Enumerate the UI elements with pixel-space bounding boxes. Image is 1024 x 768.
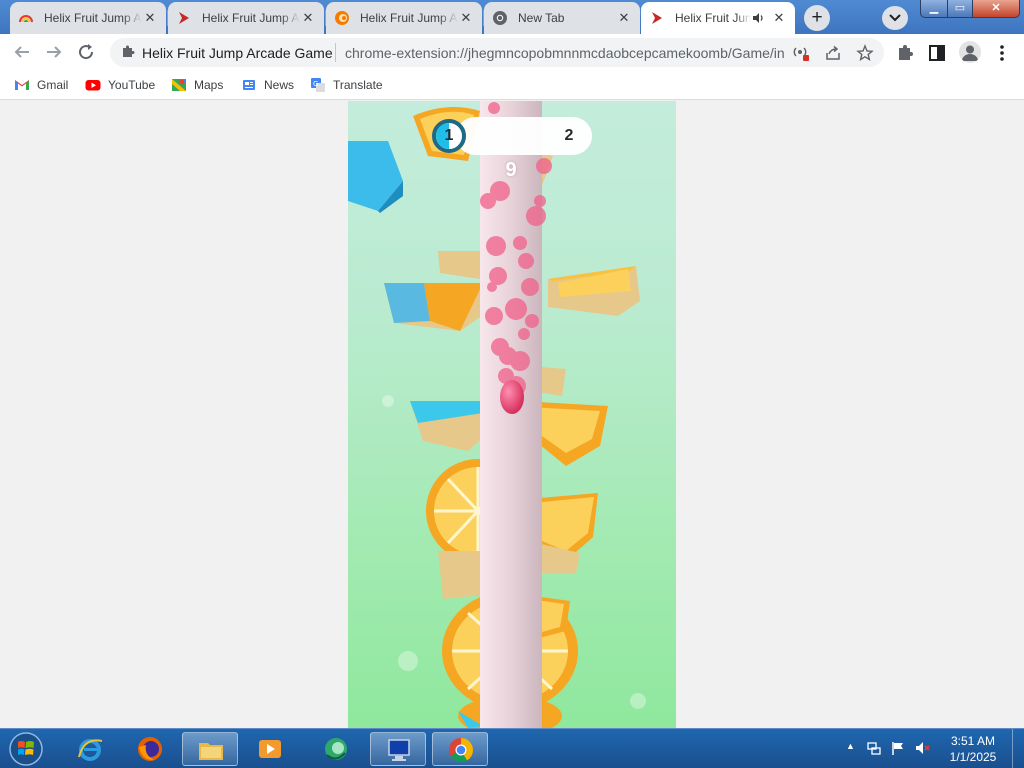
current-level-number: 1 <box>444 127 454 144</box>
maps-icon <box>171 77 187 93</box>
show-hidden-icons-button[interactable]: ▲ <box>846 741 855 751</box>
clock-time: 3:51 AM <box>950 734 996 748</box>
translate-icon: G <box>310 77 326 93</box>
media-player-icon <box>256 735 284 763</box>
page-viewport: 1 2 9 <box>0 101 1024 728</box>
gmail-icon <box>14 77 30 93</box>
site-name: Helix Fruit Jump Arcade Game <box>142 45 333 61</box>
network-icon[interactable] <box>866 740 882 756</box>
bookmark-translate[interactable]: G Translate <box>310 76 383 94</box>
bookmark-gmail[interactable]: Gmail <box>14 76 68 94</box>
side-panel-icon[interactable] <box>927 43 947 63</box>
tab-helix-1[interactable]: Helix Fruit Jump Arcade Game ✕ <box>10 2 166 34</box>
bookmark-news[interactable]: News <box>241 76 294 94</box>
bookmarks-bar: Gmail YouTube Maps News G Translate <box>0 70 1024 100</box>
bookmark-youtube[interactable]: YouTube <box>85 76 155 94</box>
bookmark-label: Translate <box>333 78 383 92</box>
news-icon <box>241 77 257 93</box>
profile-avatar-icon[interactable] <box>959 41 981 63</box>
firefox-icon <box>136 735 164 763</box>
tab-title: Helix Fruit Jump Arcade Game <box>202 11 300 25</box>
maximize-window-button[interactable]: ▭ <box>947 0 973 18</box>
url-text[interactable]: chrome-extension://jhegmncopobmnnmcdaobc… <box>345 45 785 61</box>
ice-block-obstacle <box>348 141 403 213</box>
windows-taskbar: ▲ 3:51 AM 1/1/2025 <box>0 728 1024 768</box>
close-tab-icon[interactable]: ✕ <box>300 10 316 26</box>
tab-title: Helix Fruit Jump Arcade Game <box>675 11 751 25</box>
tab-helix-2[interactable]: Helix Fruit Jump Arcade Game ✕ <box>168 2 324 34</box>
taskbar-media-center[interactable] <box>308 732 364 766</box>
orange-swirl-favicon <box>334 10 350 26</box>
close-tab-icon[interactable]: ✕ <box>458 10 474 26</box>
bookmark-maps[interactable]: Maps <box>171 76 223 94</box>
tab-title: Helix Fruit Jump Arcade Game <box>360 11 458 25</box>
taskbar-file-explorer[interactable] <box>182 732 238 766</box>
bookmark-label: News <box>264 78 295 92</box>
bookmark-label: Maps <box>194 78 224 92</box>
clock-date: 1/1/2025 <box>949 750 997 764</box>
arrow-favicon <box>176 10 192 26</box>
tab-title: New Tab <box>518 11 565 25</box>
forward-button[interactable] <box>42 40 66 64</box>
tab-helix-active[interactable]: Helix Fruit Jump Arcade Game ✕ <box>641 2 795 34</box>
menu-kebab-icon[interactable] <box>992 43 1012 63</box>
start-button[interactable] <box>6 731 46 767</box>
close-tab-icon[interactable]: ✕ <box>771 10 787 26</box>
current-level-badge: 1 <box>432 119 466 153</box>
taskbar-internet-explorer[interactable] <box>62 732 118 766</box>
cast-blocked-icon[interactable] <box>792 44 810 62</box>
tab-title: Helix Fruit Jump Arcade Game <box>44 11 142 25</box>
extension-puzzle-icon[interactable] <box>120 44 136 60</box>
taskbar-remote-desktop[interactable] <box>370 732 426 766</box>
chrome-icon <box>447 736 475 764</box>
action-center-flag-icon[interactable] <box>890 740 906 756</box>
show-desktop-button[interactable] <box>1012 729 1024 768</box>
browser-toolbar: Helix Fruit Jump Arcade Game chrome-exte… <box>0 34 1024 70</box>
file-explorer-icon <box>197 736 225 764</box>
close-tab-icon[interactable]: ✕ <box>616 10 632 26</box>
rainbow-favicon <box>18 10 34 26</box>
bookmark-label: YouTube <box>108 78 156 92</box>
minimize-window-button[interactable]: ▁ <box>920 0 948 18</box>
volume-muted-icon[interactable] <box>914 740 930 756</box>
youtube-icon <box>85 77 101 93</box>
game-scene <box>348 101 646 728</box>
reload-button[interactable] <box>74 40 98 64</box>
media-center-icon <box>322 735 350 763</box>
bookmark-label: Gmail <box>37 78 69 92</box>
next-level-badge: 2 <box>564 127 574 144</box>
player-ball <box>500 380 524 414</box>
tab-new-tab[interactable]: New Tab ✕ <box>484 2 640 34</box>
speaker-icon[interactable] <box>751 11 765 25</box>
remote-desktop-icon <box>385 736 413 764</box>
taskbar-firefox[interactable] <box>122 732 178 766</box>
close-window-button[interactable]: ✕ <box>972 0 1020 18</box>
system-clock[interactable]: 3:51 AM 1/1/2025 <box>940 733 1006 765</box>
new-tab-button[interactable]: + <box>804 5 830 31</box>
address-bar[interactable]: Helix Fruit Jump Arcade Game chrome-exte… <box>110 38 884 67</box>
svg-text:G: G <box>313 80 318 88</box>
taskbar-media-player[interactable] <box>242 732 298 766</box>
back-button[interactable] <box>10 40 34 64</box>
game-canvas[interactable]: 1 2 9 <box>348 101 676 728</box>
chrome-favicon <box>492 10 508 26</box>
share-icon[interactable] <box>824 44 842 62</box>
address-divider <box>335 43 336 62</box>
extensions-icon[interactable] <box>895 43 915 63</box>
close-tab-icon[interactable]: ✕ <box>142 10 158 26</box>
game-score: 9 <box>505 159 517 181</box>
internet-explorer-icon <box>76 735 104 763</box>
tab-strip: Helix Fruit Jump Arcade Game ✕ Helix Fru… <box>0 0 1024 34</box>
tab-search-button[interactable] <box>882 6 908 30</box>
bookmark-star-icon[interactable] <box>856 44 874 62</box>
taskbar-chrome[interactable] <box>432 732 488 766</box>
tab-helix-3[interactable]: Helix Fruit Jump Arcade Game ✕ <box>326 2 482 34</box>
arrow-favicon <box>649 10 665 26</box>
